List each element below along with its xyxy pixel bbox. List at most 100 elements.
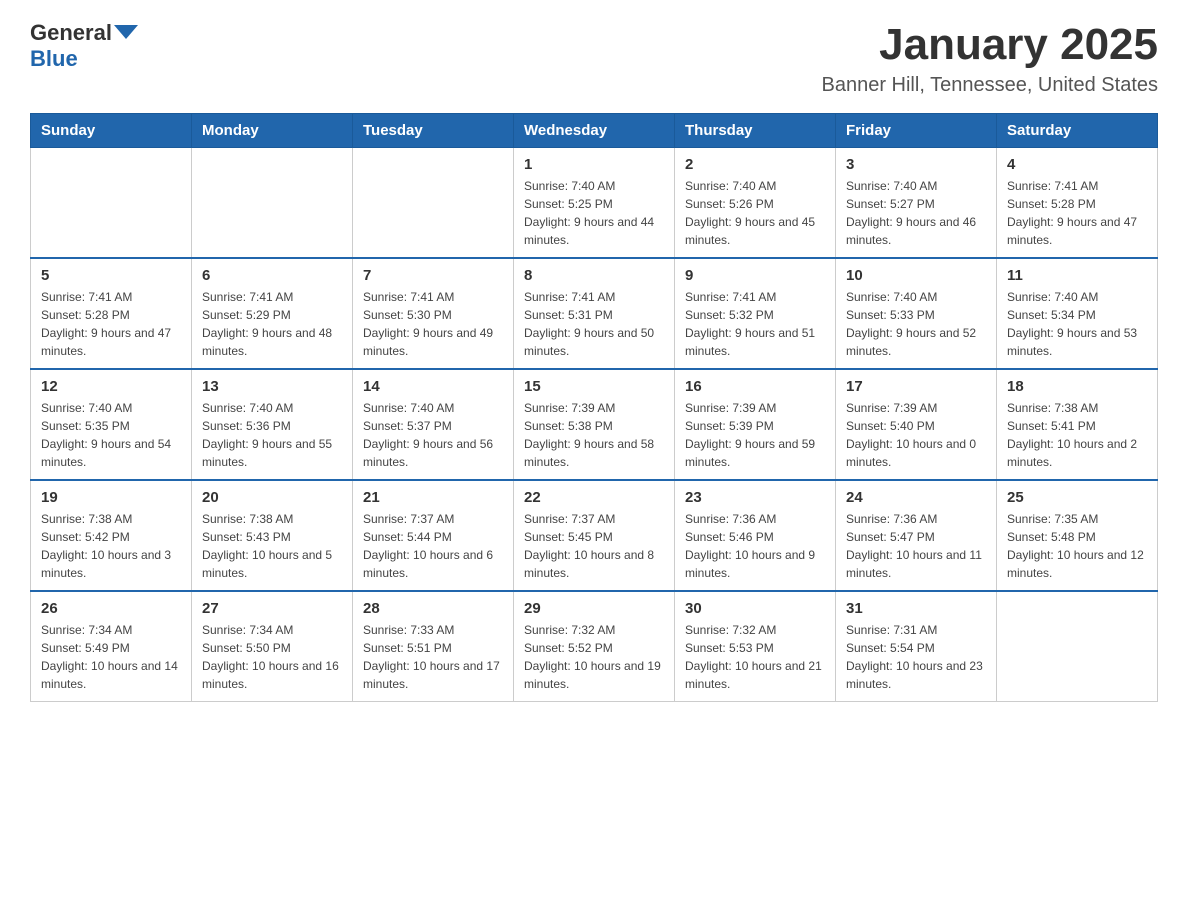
cell-info: Sunrise: 7:40 AM Sunset: 5:33 PM Dayligh… <box>846 288 986 360</box>
page-title: January 2025 <box>822 20 1159 70</box>
cell-date: 20 <box>202 489 342 506</box>
cell-date: 18 <box>1007 378 1147 395</box>
cell-date: 29 <box>524 600 664 617</box>
page-subtitle: Banner Hill, Tennessee, United States <box>822 74 1159 97</box>
calendar-day-header: Wednesday <box>514 114 675 148</box>
cell-date: 28 <box>363 600 503 617</box>
calendar-cell: 22 Sunrise: 7:37 AM Sunset: 5:45 PM Dayli… <box>514 480 675 591</box>
calendar-week-row: 12Sunrise: 7:40 AM Sunset: 5:35 PM Dayli… <box>31 369 1158 480</box>
cell-date: 17 <box>846 378 986 395</box>
cell-info: Sunrise: 7:34 AM Sunset: 5:49 PM Dayligh… <box>41 621 181 693</box>
calendar-cell: 6 Sunrise: 7:41 AM Sunset: 5:29 PM Daylig… <box>192 258 353 369</box>
calendar-cell <box>31 148 192 259</box>
calendar-cell: 31 Sunrise: 7:31 AM Sunset: 5:54 PM Dayli… <box>836 591 997 702</box>
calendar-cell: 20 Sunrise: 7:38 AM Sunset: 5:43 PM Dayli… <box>192 480 353 591</box>
cell-info: Sunrise: 7:40 AM Sunset: 5:27 PM Dayligh… <box>846 177 986 249</box>
calendar-cell: 12Sunrise: 7:40 AM Sunset: 5:35 PM Dayli… <box>31 369 192 480</box>
cell-info: Sunrise: 7:41 AM Sunset: 5:29 PM Dayligh… <box>202 288 342 360</box>
calendar-cell: 27 Sunrise: 7:34 AM Sunset: 5:50 PM Dayli… <box>192 591 353 702</box>
cell-info: Sunrise: 7:31 AM Sunset: 5:54 PM Dayligh… <box>846 621 986 693</box>
calendar-week-row: 1 Sunrise: 7:40 AM Sunset: 5:25 PM Daylig… <box>31 148 1158 259</box>
cell-date: 10 <box>846 267 986 284</box>
cell-info: Sunrise: 7:38 AM Sunset: 5:43 PM Dayligh… <box>202 510 342 582</box>
cell-date: 13 <box>202 378 342 395</box>
calendar-week-row: 19Sunrise: 7:38 AM Sunset: 5:42 PM Dayli… <box>31 480 1158 591</box>
calendar-cell: 21 Sunrise: 7:37 AM Sunset: 5:44 PM Dayli… <box>353 480 514 591</box>
calendar-cell: 10 Sunrise: 7:40 AM Sunset: 5:33 PM Dayli… <box>836 258 997 369</box>
calendar-cell: 11Sunrise: 7:40 AM Sunset: 5:34 PM Dayli… <box>997 258 1158 369</box>
cell-date: 14 <box>363 378 503 395</box>
calendar-cell: 4 Sunrise: 7:41 AM Sunset: 5:28 PM Daylig… <box>997 148 1158 259</box>
cell-info: Sunrise: 7:40 AM Sunset: 5:25 PM Dayligh… <box>524 177 664 249</box>
cell-date: 30 <box>685 600 825 617</box>
cell-info: Sunrise: 7:36 AM Sunset: 5:47 PM Dayligh… <box>846 510 986 582</box>
cell-date: 2 <box>685 156 825 173</box>
cell-info: Sunrise: 7:40 AM Sunset: 5:36 PM Dayligh… <box>202 399 342 471</box>
calendar-cell: 30 Sunrise: 7:32 AM Sunset: 5:53 PM Dayli… <box>675 591 836 702</box>
cell-info: Sunrise: 7:32 AM Sunset: 5:53 PM Dayligh… <box>685 621 825 693</box>
calendar-cell: 8Sunrise: 7:41 AM Sunset: 5:31 PM Daylig… <box>514 258 675 369</box>
logo: General Blue <box>30 20 138 72</box>
calendar-day-header: Saturday <box>997 114 1158 148</box>
calendar-cell: 14 Sunrise: 7:40 AM Sunset: 5:37 PM Dayli… <box>353 369 514 480</box>
cell-date: 9 <box>685 267 825 284</box>
calendar-cell: 2 Sunrise: 7:40 AM Sunset: 5:26 PM Daylig… <box>675 148 836 259</box>
calendar-cell: 3Sunrise: 7:40 AM Sunset: 5:27 PM Daylig… <box>836 148 997 259</box>
cell-info: Sunrise: 7:36 AM Sunset: 5:46 PM Dayligh… <box>685 510 825 582</box>
cell-info: Sunrise: 7:34 AM Sunset: 5:50 PM Dayligh… <box>202 621 342 693</box>
calendar-cell: 23 Sunrise: 7:36 AM Sunset: 5:46 PM Dayli… <box>675 480 836 591</box>
cell-date: 1 <box>524 156 664 173</box>
cell-info: Sunrise: 7:38 AM Sunset: 5:41 PM Dayligh… <box>1007 399 1147 471</box>
cell-date: 22 <box>524 489 664 506</box>
cell-info: Sunrise: 7:37 AM Sunset: 5:44 PM Dayligh… <box>363 510 503 582</box>
cell-date: 31 <box>846 600 986 617</box>
cell-info: Sunrise: 7:38 AM Sunset: 5:42 PM Dayligh… <box>41 510 181 582</box>
calendar-cell: 19Sunrise: 7:38 AM Sunset: 5:42 PM Dayli… <box>31 480 192 591</box>
cell-date: 6 <box>202 267 342 284</box>
cell-date: 12 <box>41 378 181 395</box>
cell-info: Sunrise: 7:35 AM Sunset: 5:48 PM Dayligh… <box>1007 510 1147 582</box>
cell-info: Sunrise: 7:37 AM Sunset: 5:45 PM Dayligh… <box>524 510 664 582</box>
cell-info: Sunrise: 7:41 AM Sunset: 5:28 PM Dayligh… <box>41 288 181 360</box>
cell-date: 11 <box>1007 267 1147 284</box>
calendar-cell <box>192 148 353 259</box>
calendar-day-header: Friday <box>836 114 997 148</box>
title-area: January 2025 Banner Hill, Tennessee, Uni… <box>822 20 1159 97</box>
logo-blue-text: Blue <box>30 46 78 72</box>
cell-date: 26 <box>41 600 181 617</box>
logo-general-text: General <box>30 20 112 46</box>
cell-date: 24 <box>846 489 986 506</box>
cell-info: Sunrise: 7:33 AM Sunset: 5:51 PM Dayligh… <box>363 621 503 693</box>
calendar-day-header: Monday <box>192 114 353 148</box>
cell-info: Sunrise: 7:40 AM Sunset: 5:26 PM Dayligh… <box>685 177 825 249</box>
cell-date: 4 <box>1007 156 1147 173</box>
logo-triangle-icon <box>114 25 138 39</box>
calendar-header-row: SundayMondayTuesdayWednesdayThursdayFrid… <box>31 114 1158 148</box>
calendar-cell: 24 Sunrise: 7:36 AM Sunset: 5:47 PM Dayli… <box>836 480 997 591</box>
page-header: General Blue January 2025 Banner Hill, T… <box>30 20 1158 97</box>
calendar-cell <box>997 591 1158 702</box>
cell-info: Sunrise: 7:41 AM Sunset: 5:30 PM Dayligh… <box>363 288 503 360</box>
calendar-cell: 28 Sunrise: 7:33 AM Sunset: 5:51 PM Dayli… <box>353 591 514 702</box>
calendar-cell: 15Sunrise: 7:39 AM Sunset: 5:38 PM Dayli… <box>514 369 675 480</box>
calendar-day-header: Thursday <box>675 114 836 148</box>
calendar-week-row: 26 Sunrise: 7:34 AM Sunset: 5:49 PM Dayli… <box>31 591 1158 702</box>
calendar-cell: 5Sunrise: 7:41 AM Sunset: 5:28 PM Daylig… <box>31 258 192 369</box>
calendar-cell: 16Sunrise: 7:39 AM Sunset: 5:39 PM Dayli… <box>675 369 836 480</box>
calendar-cell: 18 Sunrise: 7:38 AM Sunset: 5:41 PM Dayli… <box>997 369 1158 480</box>
calendar-cell: 7Sunrise: 7:41 AM Sunset: 5:30 PM Daylig… <box>353 258 514 369</box>
calendar-cell: 1 Sunrise: 7:40 AM Sunset: 5:25 PM Daylig… <box>514 148 675 259</box>
cell-date: 23 <box>685 489 825 506</box>
cell-info: Sunrise: 7:32 AM Sunset: 5:52 PM Dayligh… <box>524 621 664 693</box>
cell-date: 8 <box>524 267 664 284</box>
cell-date: 21 <box>363 489 503 506</box>
calendar-cell: 9Sunrise: 7:41 AM Sunset: 5:32 PM Daylig… <box>675 258 836 369</box>
cell-date: 27 <box>202 600 342 617</box>
cell-info: Sunrise: 7:40 AM Sunset: 5:37 PM Dayligh… <box>363 399 503 471</box>
calendar-cell: 17 Sunrise: 7:39 AM Sunset: 5:40 PM Dayli… <box>836 369 997 480</box>
calendar-day-header: Sunday <box>31 114 192 148</box>
cell-date: 16 <box>685 378 825 395</box>
cell-date: 15 <box>524 378 664 395</box>
cell-info: Sunrise: 7:41 AM Sunset: 5:28 PM Dayligh… <box>1007 177 1147 249</box>
cell-info: Sunrise: 7:39 AM Sunset: 5:40 PM Dayligh… <box>846 399 986 471</box>
